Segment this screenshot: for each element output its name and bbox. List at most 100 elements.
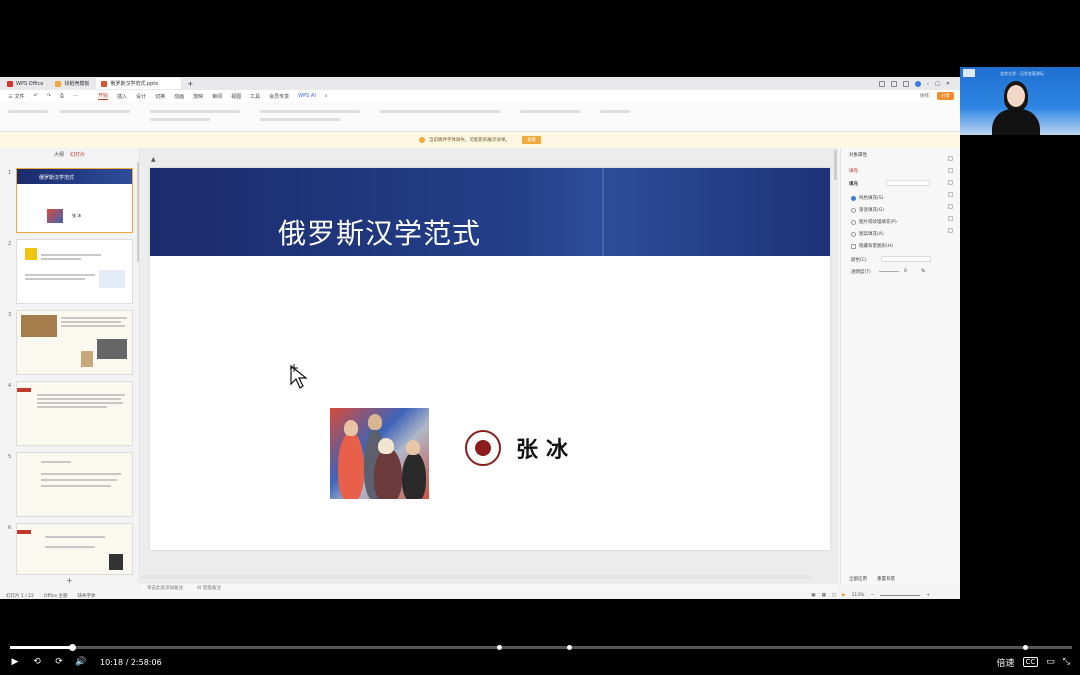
menu-review[interactable]: 审阅 — [212, 93, 222, 100]
menu-print-icon[interactable]: ⎙ — [60, 93, 64, 99]
slide-thumbnail-4[interactable] — [16, 381, 133, 446]
option-gradient-fill[interactable]: 渐变填充(G) — [851, 207, 884, 213]
volume-icon[interactable]: 🔊 — [70, 653, 92, 671]
progress-knob[interactable] — [68, 644, 76, 651]
option-hide-background[interactable]: 隐藏背景图形(H) — [851, 243, 893, 249]
ribbon-group[interactable] — [600, 110, 630, 113]
collab-button[interactable]: 协作 — [916, 92, 933, 100]
props-side-icon[interactable] — [948, 216, 953, 221]
ribbon-group[interactable] — [60, 110, 130, 113]
tab-document[interactable]: 俄罗斯汉学范式.pptx — [96, 78, 182, 89]
play-slideshow-icon[interactable]: ▶ — [842, 593, 845, 598]
zoom-level[interactable]: 113% — [852, 593, 865, 598]
video-progress-bar[interactable] — [10, 644, 1072, 651]
menu-member[interactable]: 会员专享 — [269, 93, 289, 100]
chapter-marker[interactable] — [567, 645, 572, 650]
option-picture-fill[interactable]: 图片或纹理填充(P) — [851, 219, 897, 225]
menu-tools[interactable]: 工具 — [250, 93, 260, 100]
collapse-arrow-icon[interactable]: ▲ — [151, 156, 156, 163]
tab-outline[interactable]: 大纲 — [54, 151, 64, 158]
current-slide[interactable]: 俄罗斯汉学范式 张冰 — [150, 168, 830, 550]
normal-view-icon[interactable]: ▣ — [811, 593, 815, 598]
canvas-horizontal-scrollbar[interactable] — [141, 575, 811, 579]
props-tab-fill[interactable]: 填充 — [849, 168, 858, 174]
color-picker[interactable] — [881, 256, 931, 262]
ribbon-group[interactable] — [260, 118, 340, 121]
theme-name[interactable]: Office 主题 — [44, 593, 68, 599]
apply-all-button[interactable]: 全部应用 — [849, 576, 867, 582]
slide-thumbnail-6[interactable] — [16, 523, 133, 575]
menu-design[interactable]: 设计 — [136, 93, 146, 100]
ribbon-group[interactable] — [260, 110, 360, 113]
rewind-icon[interactable]: ⟲ — [26, 653, 48, 671]
slide-thumbnail-3[interactable] — [16, 310, 133, 375]
redo-icon[interactable]: ↷ — [47, 93, 51, 99]
forward-icon[interactable]: ⟳ — [48, 653, 70, 671]
slide-title[interactable]: 俄罗斯汉学范式 — [278, 212, 481, 252]
props-side-icon[interactable] — [948, 228, 953, 233]
props-side-icon[interactable] — [948, 204, 953, 209]
notes-input[interactable]: 单击此处添加备注 — [147, 585, 183, 591]
zoom-out-icon[interactable]: − — [870, 593, 874, 598]
tab-wps-office[interactable]: WPS Office — [2, 78, 48, 89]
notice-view-button[interactable]: 查看 — [522, 136, 541, 144]
share-button[interactable]: 分享 — [937, 92, 954, 100]
props-side-icon[interactable] — [948, 192, 953, 197]
skin-icon[interactable] — [890, 80, 897, 87]
menu-insert[interactable]: 插入 — [117, 93, 127, 100]
menu-wps-ai[interactable]: WPS AI — [298, 93, 316, 99]
props-side-icon[interactable] — [948, 180, 953, 185]
ai-notes-button[interactable]: AI 智能备注 — [197, 585, 221, 591]
ribbon-group[interactable] — [8, 110, 48, 113]
fullscreen-icon[interactable]: ⤡ — [1063, 657, 1070, 667]
missing-font-status[interactable]: 缺失字体 — [77, 593, 95, 599]
search-icon[interactable]: ⌕ — [325, 93, 328, 99]
menu-animation[interactable]: 动画 — [174, 93, 184, 100]
close-icon[interactable]: ✕ — [946, 81, 950, 87]
menu-view[interactable]: 视图 — [231, 93, 241, 100]
transparency-slider[interactable] — [879, 271, 899, 272]
slide-thumbnail-2[interactable] — [16, 239, 133, 304]
tab-slides[interactable]: 幻灯片 — [70, 151, 85, 158]
playback-speed-button[interactable]: 倍速 — [996, 656, 1014, 669]
reset-background-button[interactable]: 重置背景 — [877, 576, 895, 582]
ribbon-group[interactable] — [150, 118, 210, 121]
reading-view-icon[interactable]: ▢ — [832, 593, 836, 598]
picture-in-picture-icon[interactable]: ▭ — [1046, 657, 1055, 667]
new-tab-icon[interactable]: + — [187, 80, 193, 88]
ribbon-group[interactable] — [380, 110, 500, 113]
undo-icon[interactable]: ↶ — [34, 93, 38, 99]
fill-dropdown[interactable] — [886, 180, 930, 186]
chapter-marker[interactable] — [497, 645, 502, 650]
menu-transition[interactable]: 切换 — [155, 93, 165, 100]
option-pattern-fill[interactable]: 图案填充(A) — [851, 231, 884, 237]
canvas-vertical-scrollbar[interactable] — [834, 150, 837, 180]
maximize-icon[interactable]: □ — [935, 81, 940, 87]
play-icon[interactable]: ▶ — [4, 653, 26, 671]
props-side-icon[interactable] — [948, 168, 953, 173]
captions-icon[interactable]: CC — [1022, 657, 1039, 667]
menu-more-icon[interactable]: ⋯ — [73, 93, 78, 99]
transparency-value[interactable]: 0 — [904, 269, 907, 274]
chapter-marker[interactable] — [1023, 645, 1028, 650]
minimize-icon[interactable]: – — [927, 81, 930, 87]
slide-author[interactable]: 张冰 — [516, 432, 576, 464]
slide-thumbnail-5[interactable] — [16, 452, 133, 517]
option-solid-fill[interactable]: 纯色填充(S) — [851, 195, 883, 201]
group-photo[interactable] — [330, 408, 429, 499]
file-menu[interactable]: 三 文件 — [8, 93, 25, 100]
fill-section-label[interactable]: 填充 — [849, 181, 858, 187]
layout-icon[interactable] — [878, 80, 885, 87]
sorter-view-icon[interactable]: ▦ — [822, 593, 826, 598]
zoom-in-icon[interactable]: + — [926, 593, 930, 598]
ribbon-group[interactable] — [520, 110, 580, 113]
menu-home[interactable]: 开始 — [98, 92, 109, 100]
props-side-icon[interactable] — [948, 156, 953, 161]
settings-icon[interactable] — [902, 80, 909, 87]
slide-thumbnail-1[interactable]: 俄罗斯汉学范式 张 冰 — [16, 168, 133, 233]
user-avatar[interactable] — [914, 80, 921, 87]
zoom-slider[interactable] — [880, 595, 921, 596]
ribbon-group[interactable] — [150, 110, 240, 113]
tab-template[interactable]: 找稻壳模板 — [50, 78, 94, 89]
add-slide-button[interactable]: + — [66, 576, 73, 585]
